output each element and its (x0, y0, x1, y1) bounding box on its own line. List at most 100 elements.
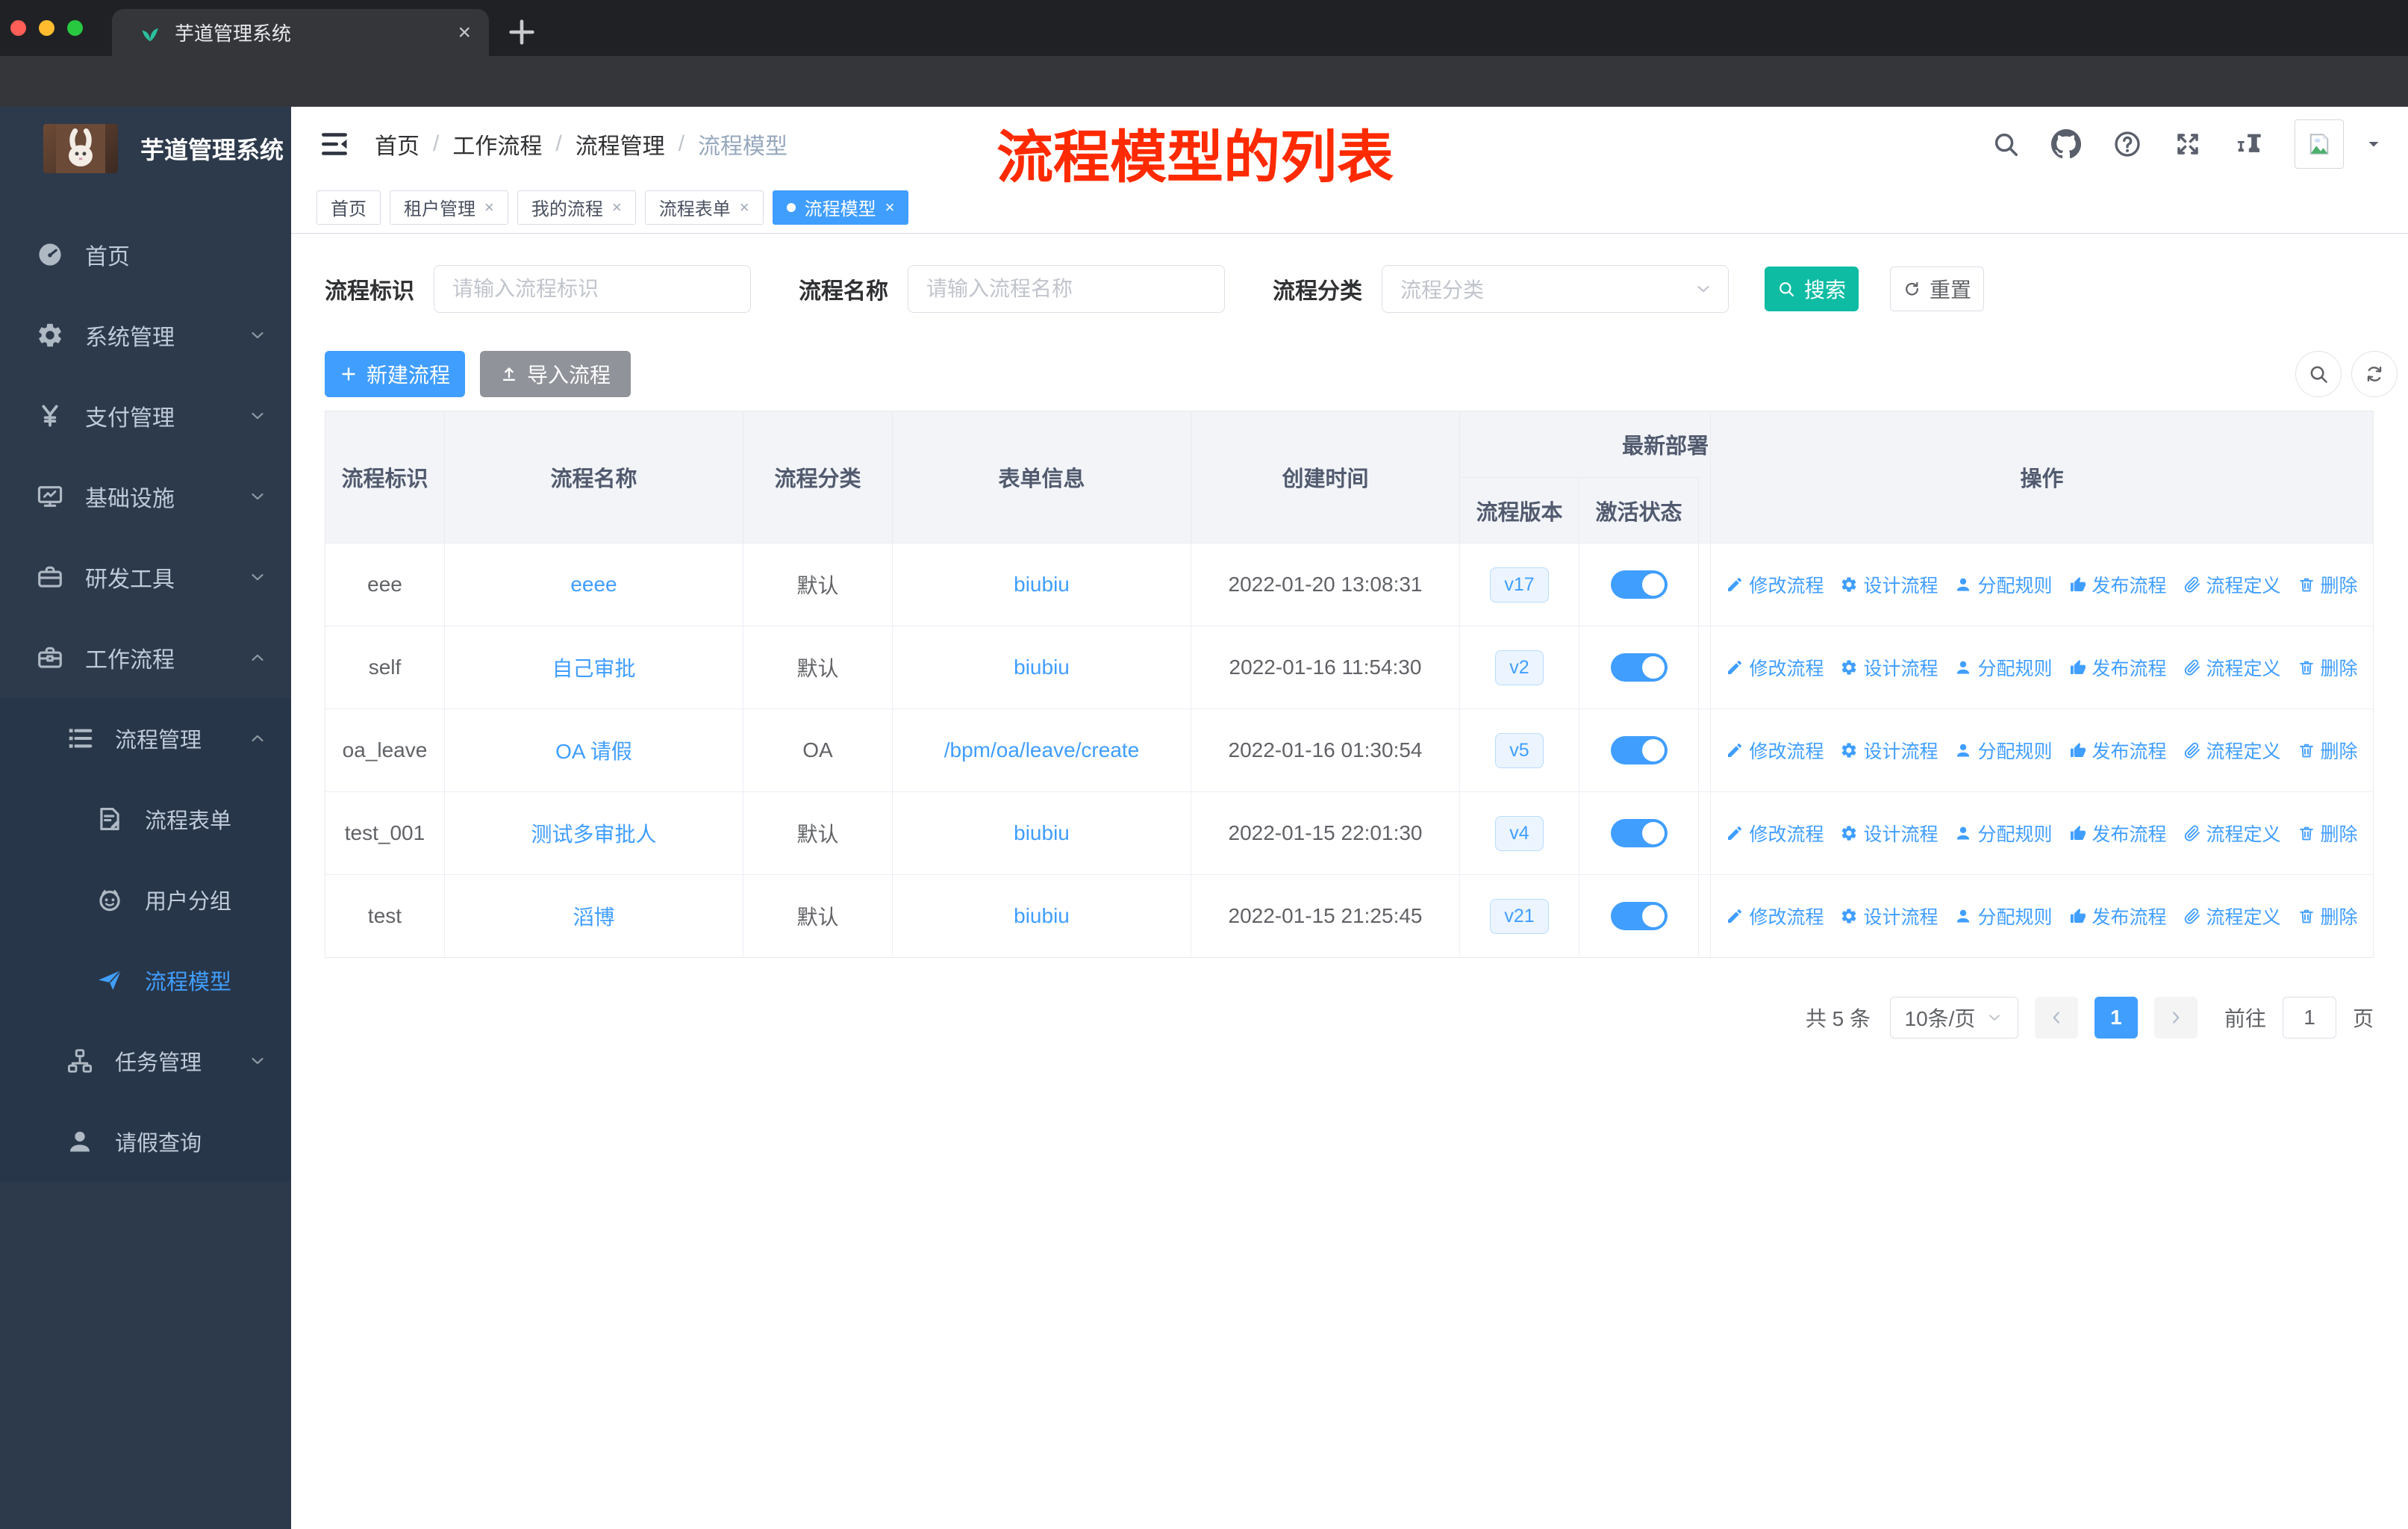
sidebar-item-process-list[interactable]: 流程管理 (0, 698, 291, 779)
op-definition-link[interactable]: 流程定义 (2183, 571, 2281, 598)
op-assign-user-link[interactable]: 分配规则 (1954, 903, 2053, 929)
op-delete-link[interactable]: 删除 (2298, 737, 2358, 764)
op-definition-link[interactable]: 流程定义 (2183, 820, 2281, 847)
github-icon[interactable] (2051, 129, 2081, 159)
sidebar-item-user-group[interactable]: 用户分组 (0, 859, 291, 940)
op-design-gear-link[interactable]: 设计流程 (1840, 737, 1938, 764)
cell-model-name-link[interactable]: 测试多审批人 (531, 818, 656, 848)
brand-row[interactable]: 芋道管理系统 (0, 107, 291, 190)
fullscreen-icon[interactable] (2174, 130, 2202, 158)
sidebar-item-yen[interactable]: 支付管理 (0, 376, 291, 456)
sidebar-item-person[interactable]: 请假查询 (0, 1101, 291, 1182)
sidebar-item-briefcase[interactable]: 研发工具 (0, 537, 291, 617)
help-icon[interactable] (2112, 129, 2142, 159)
browser-tab[interactable]: 芋道管理系统 × (112, 9, 489, 56)
sidebar-item-workflow[interactable]: 工作流程 (0, 617, 291, 698)
minimize-window-button[interactable] (39, 20, 54, 36)
sidebar-item-form[interactable]: 流程表单 (0, 779, 291, 859)
op-delete-link[interactable]: 删除 (2298, 654, 2358, 681)
op-publish-link[interactable]: 发布流程 (2069, 903, 2167, 929)
import-model-button[interactable]: 导入流程 (480, 351, 631, 397)
create-model-button[interactable]: 新建流程 (325, 351, 465, 397)
op-edit-link[interactable]: 修改流程 (1726, 654, 1824, 681)
op-label: 流程定义 (2206, 658, 2281, 679)
op-assign-user-link[interactable]: 分配规则 (1954, 737, 2053, 764)
tab-close-icon[interactable]: × (458, 21, 471, 44)
active-status-toggle[interactable] (1610, 819, 1668, 847)
cell-model-name-link: eeee (445, 544, 743, 626)
op-definition-link[interactable]: 流程定义 (2183, 654, 2281, 681)
avatar-caret-down-icon[interactable] (2365, 135, 2383, 153)
op-publish-link[interactable]: 发布流程 (2069, 737, 2167, 764)
cell-model-name-link[interactable]: eeee (570, 573, 617, 597)
view-tag[interactable]: 流程表单 × (644, 190, 764, 225)
avatar[interactable] (2295, 119, 2344, 169)
active-status-toggle[interactable] (1610, 570, 1668, 599)
view-tag[interactable]: 流程模型 × (772, 190, 909, 225)
op-publish-link[interactable]: 发布流程 (2069, 654, 2167, 681)
op-edit-link[interactable]: 修改流程 (1726, 820, 1824, 847)
zoom-window-button[interactable] (67, 20, 83, 36)
sidebar-item-paper-plane[interactable]: 流程模型 (0, 940, 291, 1021)
op-assign-user-link[interactable]: 分配规则 (1954, 654, 2053, 681)
op-design-gear-link[interactable]: 设计流程 (1840, 820, 1938, 847)
view-tag[interactable]: 租户管理 × (390, 190, 508, 225)
sidebar-fold-button[interactable] (318, 128, 351, 161)
active-status-toggle[interactable] (1610, 736, 1668, 764)
tag-close-icon[interactable]: × (484, 199, 494, 216)
filter-name-input[interactable] (908, 265, 1225, 313)
view-tag[interactable]: 我的流程 × (517, 190, 636, 225)
page-1-button[interactable]: 1 (2094, 997, 2138, 1038)
refresh-table-button[interactable] (2351, 351, 2398, 397)
op-design-gear-link[interactable]: 设计流程 (1840, 571, 1938, 598)
cell-form-link[interactable]: biubiu (1014, 904, 1070, 928)
breadcrumb-item[interactable]: 工作流程 (452, 128, 542, 161)
op-definition-link[interactable]: 流程定义 (2183, 903, 2281, 929)
op-delete-link[interactable]: 删除 (2298, 571, 2358, 598)
op-edit-link[interactable]: 修改流程 (1726, 571, 1824, 598)
op-edit-link[interactable]: 修改流程 (1726, 737, 1824, 764)
search-button[interactable]: 搜索 (1765, 267, 1859, 311)
view-tag[interactable]: 首页 (316, 190, 381, 225)
sidebar-item-monitor[interactable]: 基础设施 (0, 456, 291, 537)
reset-button[interactable]: 重置 (1890, 267, 1984, 311)
cell-form-link[interactable]: biubiu (1014, 821, 1070, 845)
tag-close-icon[interactable]: × (740, 199, 749, 216)
active-status-toggle[interactable] (1610, 653, 1668, 682)
breadcrumb-item[interactable]: 流程管理 (576, 128, 665, 161)
page-size-select[interactable]: 10条/页 (1889, 997, 2018, 1038)
next-page-button[interactable] (2153, 997, 2198, 1038)
op-assign-user-link[interactable]: 分配规则 (1954, 571, 2053, 598)
op-design-gear-link[interactable]: 设计流程 (1840, 903, 1938, 929)
cell-form-link[interactable]: biubiu (1014, 573, 1070, 597)
header-search-icon[interactable] (1991, 130, 2020, 158)
op-delete-link[interactable]: 删除 (2298, 820, 2358, 847)
cell-form-link[interactable]: biubiu (1014, 655, 1070, 679)
op-assign-user-link[interactable]: 分配规则 (1954, 820, 2053, 847)
new-tab-button[interactable] (505, 15, 539, 49)
sidebar-item-task[interactable]: 任务管理 (0, 1021, 291, 1101)
op-delete-link[interactable]: 删除 (2298, 903, 2358, 929)
cell-model-name-link[interactable]: 滔博 (573, 901, 614, 931)
op-design-gear-link[interactable]: 设计流程 (1840, 654, 1938, 681)
cell-model-name-link[interactable]: 自己审批 (552, 653, 635, 682)
cell-form-link[interactable]: /bpm/oa/leave/create (944, 738, 1140, 762)
active-status-toggle[interactable] (1610, 902, 1668, 930)
op-definition-link[interactable]: 流程定义 (2183, 737, 2281, 764)
op-publish-link[interactable]: 发布流程 (2069, 820, 2167, 847)
sidebar-item-dashboard[interactable]: 首页 (0, 214, 291, 295)
op-edit-link[interactable]: 修改流程 (1726, 903, 1824, 929)
tag-close-icon[interactable]: × (612, 199, 622, 216)
tag-close-icon[interactable]: × (885, 199, 895, 216)
filter-key-input[interactable] (434, 265, 751, 313)
goto-page-input[interactable] (2282, 997, 2336, 1038)
op-publish-link[interactable]: 发布流程 (2069, 571, 2167, 598)
toggle-search-button[interactable] (2295, 351, 2342, 397)
sidebar-item-gear[interactable]: 系统管理 (0, 295, 291, 376)
font-size-icon[interactable] (2233, 129, 2263, 159)
close-window-button[interactable] (10, 20, 26, 36)
filter-category-select[interactable]: 流程分类 (1382, 265, 1729, 313)
prev-page-button[interactable] (2034, 997, 2078, 1038)
breadcrumb-item[interactable]: 首页 (375, 128, 419, 161)
cell-model-name-link[interactable]: OA 请假 (555, 735, 632, 765)
